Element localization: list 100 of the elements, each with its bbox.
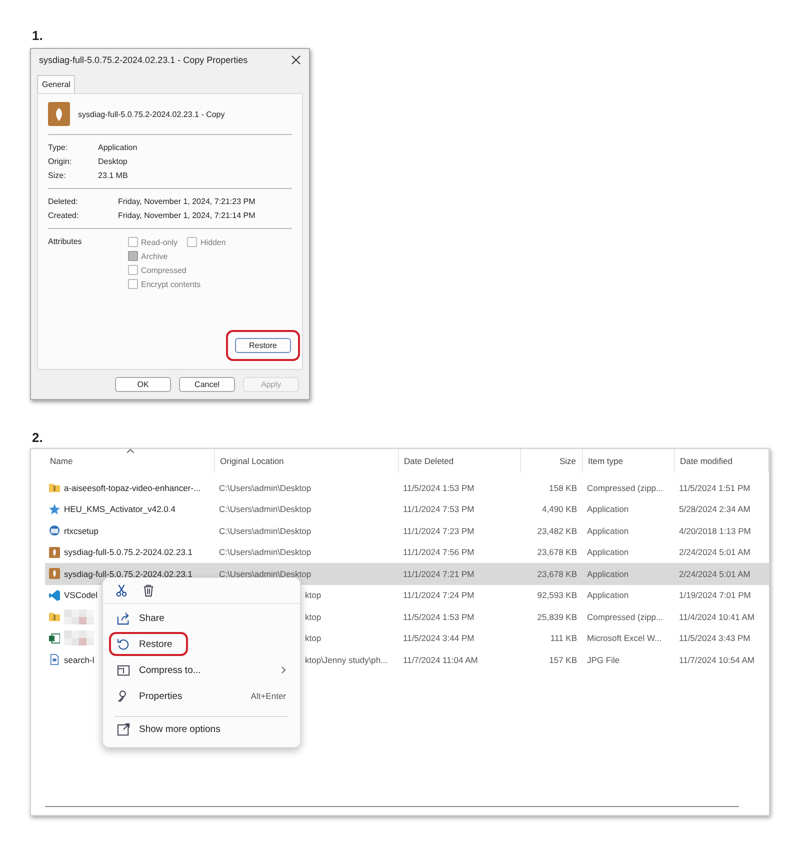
table-cell: 111 KB (550, 633, 577, 644)
table-cell: 11/1/2024 7:21 PM (403, 568, 474, 579)
table-cell: 11/5/2024 3:44 PM (403, 633, 474, 644)
scrollbar[interactable] (45, 806, 739, 807)
table-cell: 11/7/2024 10:54 AM (679, 654, 754, 665)
more-options-icon (117, 722, 130, 736)
app-icon (48, 102, 70, 126)
restore-icon (117, 638, 130, 650)
checkbox[interactable]: Read-only (128, 237, 178, 247)
checkbox[interactable]: Compressed (128, 265, 226, 275)
table-cell: 11/1/2024 7:56 PM (403, 547, 474, 558)
zip-folder-icon (49, 482, 60, 494)
table-cell: 11/7/2024 11:04 AM (403, 654, 478, 665)
field-value: Desktop (98, 157, 128, 166)
table-cell: 158 KB (549, 482, 577, 493)
table-cell: C:\Users\admin\Desktop (219, 504, 312, 514)
step-number: 2. (32, 430, 44, 444)
file-name[interactable]: sysdiag-full-5.0.75.2-2024.02.23.1 (64, 547, 193, 558)
file-name[interactable]: a-aiseesoft-topaz-video-enhancer-... (64, 482, 201, 493)
table-cell: ktop (305, 612, 322, 622)
menu-item[interactable]: Share (109, 606, 294, 630)
shortcut-text: Alt+Enter (250, 691, 286, 701)
column-header[interactable]: Date Deleted (399, 449, 521, 473)
table-cell: 23,678 KB (537, 568, 577, 579)
table-cell: 25,839 KB (537, 612, 577, 622)
archive-icon (117, 664, 130, 676)
table-cell: 23,482 KB (537, 526, 577, 536)
menu-item[interactable]: Show more options (109, 717, 294, 741)
spreadsheet-icon (49, 632, 60, 644)
field-label: Created: (48, 211, 80, 220)
checkbox[interactable]: Hidden (187, 237, 226, 247)
table-cell: 11/5/2024 1:53 PM (403, 482, 474, 493)
table-cell: ktop (305, 633, 322, 644)
checkbox[interactable]: Archive (128, 251, 226, 261)
file-name: sysdiag-full-5.0.75.2-2024.02.23.1 - Copy (78, 110, 225, 118)
table-cell: C:\Users\admin\Desktop (219, 482, 312, 493)
star-icon (49, 504, 60, 515)
field-value: Application (98, 143, 138, 152)
field-value: Friday, November 1, 2024, 7:21:14 PM (118, 211, 256, 220)
restore-button[interactable]: Restore (235, 338, 291, 353)
table-cell: JPG File (587, 654, 620, 665)
table-cell: C:\Users\admin\Desktop (219, 547, 312, 558)
table-cell: 11/1/2024 7:23 PM (403, 526, 474, 536)
file-name[interactable]: HEU_KMS_Activator_v42.0.4 (64, 504, 176, 514)
file-name[interactable]: search-l (64, 654, 94, 665)
column-header[interactable]: Date modified (675, 449, 769, 473)
menu-item[interactable]: Restore (109, 632, 188, 656)
image-file-icon (49, 654, 60, 666)
step-number: 1. (32, 27, 44, 42)
menu-item[interactable]: Compress to... (109, 658, 294, 682)
table-cell: 11/4/2024 10:41 AM (679, 612, 754, 622)
field-value: Friday, November 1, 2024, 7:21:23 PM (118, 197, 256, 206)
table-cell: ktop\Jenny study\ph... (305, 654, 388, 665)
app-icon (49, 568, 60, 580)
table-cell: C:\Users\admin\Desktop (219, 526, 312, 536)
field-label: Deleted: (48, 197, 79, 206)
table-cell: 4,490 KB (542, 504, 577, 514)
column-header[interactable]: Original Location (215, 449, 399, 473)
table-cell: 11/5/2024 1:51 PM (679, 482, 750, 493)
share-icon (117, 612, 130, 624)
table-cell: Application (587, 568, 629, 579)
table-cell: 1/19/2024 7:01 PM (679, 590, 751, 600)
table-cell: 11/1/2024 7:53 PM (403, 504, 474, 514)
column-header[interactable]: Name (45, 449, 215, 473)
table-cell: 2/24/2024 5:01 AM (679, 547, 750, 558)
delete-icon[interactable] (142, 584, 155, 597)
column-header[interactable]: Size (521, 449, 583, 473)
table-cell: 92,593 KB (537, 590, 577, 600)
cut-icon[interactable] (115, 584, 128, 597)
code-editor-icon (49, 590, 60, 601)
file-name[interactable]: sysdiag-full-5.0.75.2-2024.02.23.1 (64, 568, 193, 579)
table-cell: ktop (305, 590, 322, 600)
table-cell: Application (587, 590, 629, 600)
window-title: sysdiag-full-5.0.75.2-2024.02.23.1 - Copy Properties (39, 55, 248, 65)
table-cell: 11/1/2024 7:24 PM (403, 590, 474, 600)
table-cell: 23,678 KB (537, 547, 577, 558)
dialog-button[interactable]: OK (115, 377, 171, 392)
field-label: Attributes (48, 237, 83, 247)
table-cell: 11/5/2024 1:53 PM (403, 612, 474, 622)
dialog-button[interactable]: Cancel (179, 377, 235, 392)
tab[interactable]: General (37, 75, 76, 93)
field-value: 23.1 MB (98, 171, 129, 180)
table-cell: Compressed (zipp... (587, 482, 664, 493)
field-label: Size: (48, 171, 67, 180)
close-icon[interactable] (291, 55, 301, 65)
table-cell: Microsoft Excel W... (587, 633, 662, 644)
app-icon (49, 546, 60, 558)
table-cell: C:\Users\admin\Desktop (219, 568, 312, 579)
table-cell: 5/28/2024 2:34 AM (679, 504, 750, 514)
sort-caret-icon (127, 449, 134, 453)
table-cell: 4/20/2018 1:13 PM (679, 526, 751, 536)
chevron-icon (281, 666, 286, 674)
checkbox[interactable]: Encrypt contents (128, 279, 226, 289)
menu-item[interactable]: Properties Alt+Enter (109, 684, 294, 708)
file-name[interactable]: rtxcsetup (64, 526, 98, 536)
file-name[interactable]: VSCodel (64, 590, 98, 600)
field-label: Type: (48, 143, 69, 152)
table-cell: 157 KB (549, 654, 577, 665)
table-cell: Application (587, 547, 629, 558)
column-header[interactable]: Item type (583, 449, 675, 473)
